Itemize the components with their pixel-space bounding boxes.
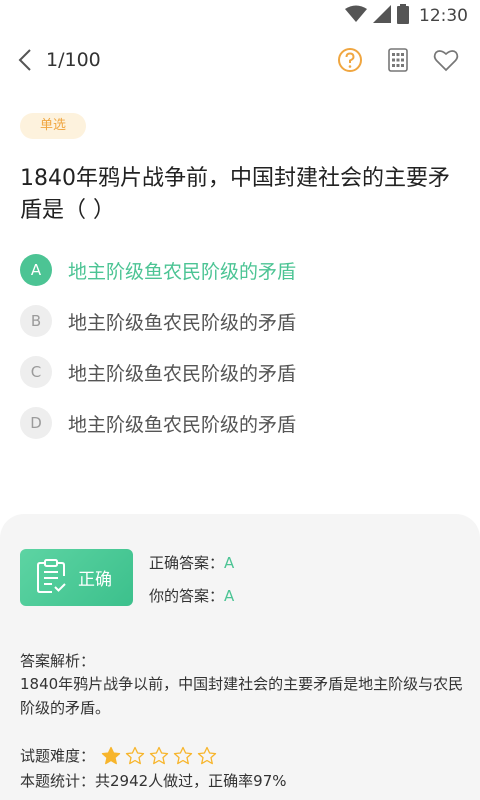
answer-card-icon[interactable] [384, 46, 412, 74]
correct-answer-label: 正确答案： [149, 554, 225, 572]
status-icons: 12:30 [345, 4, 468, 28]
question-stats: 本题统计：共2942人做过，正确率97% [20, 772, 287, 790]
star-empty-icon [197, 746, 217, 766]
difficulty-stars [101, 746, 217, 766]
correct-answer-value: A [224, 554, 235, 572]
answer-summary: 正确答案：A 你的答案：A [149, 552, 234, 618]
option-letter: C [20, 356, 52, 388]
option-letter: B [20, 305, 52, 337]
option-letter: A [20, 254, 52, 286]
option-text: 地主阶级鱼农民阶级的矛盾 [68, 362, 297, 385]
your-answer-label: 你的答案： [149, 587, 225, 605]
top-actions [336, 46, 460, 74]
star-empty-icon [125, 746, 145, 766]
help-icon[interactable] [336, 46, 364, 74]
option-b[interactable]: B 地主阶级鱼农民阶级的矛盾 [20, 303, 460, 339]
option-text: 地主阶级鱼农民阶级的矛盾 [68, 260, 297, 283]
option-text: 地主阶级鱼农民阶级的矛盾 [68, 413, 297, 436]
status-time: 12:30 [419, 6, 468, 26]
analysis-title: 答案解析： [20, 652, 96, 670]
result-panel: 正确 正确答案：A 你的答案：A 答案解析： 1840年鸦片战争以前，中国封建社… [0, 514, 480, 800]
option-a[interactable]: A 地主阶级鱼农民阶级的矛盾 [20, 252, 460, 288]
difficulty-row: 试题难度： [20, 745, 217, 766]
question-text: 1840年鸦片战争前，中国封建社会的主要矛盾是（ ） [20, 166, 450, 223]
top-bar: 1/100 [0, 40, 480, 80]
status-bar: 12:30 [0, 0, 480, 32]
back-icon[interactable] [14, 48, 38, 72]
options-list: A 地主阶级鱼农民阶级的矛盾 B 地主阶级鱼农民阶级的矛盾 C 地主阶级鱼农民阶… [20, 252, 460, 456]
star-filled-icon [101, 746, 121, 766]
wifi-icon [345, 5, 367, 27]
question-progress: 1/100 [46, 49, 101, 71]
your-answer-value: A [224, 587, 235, 605]
signal-icon [373, 5, 391, 27]
correct-answer-row: 正确答案：A [149, 552, 234, 585]
correct-badge-label: 正确 [78, 570, 112, 590]
option-c[interactable]: C 地主阶级鱼农民阶级的矛盾 [20, 354, 460, 390]
favorite-heart-icon[interactable] [432, 46, 460, 74]
difficulty-label: 试题难度： [20, 747, 96, 765]
correct-badge: 正确 [20, 549, 133, 606]
question-type-tag: 单选 [20, 113, 86, 139]
option-d[interactable]: D 地主阶级鱼农民阶级的矛盾 [20, 405, 460, 441]
star-empty-icon [149, 746, 169, 766]
your-answer-row: 你的答案：A [149, 585, 234, 618]
option-text: 地主阶级鱼农民阶级的矛盾 [68, 311, 297, 334]
analysis-text: 1840年鸦片战争以前，中国封建社会的主要矛盾是地主阶级与农民阶级的矛盾。 [20, 675, 464, 717]
clipboard-check-icon [34, 558, 68, 598]
option-letter: D [20, 407, 52, 439]
battery-icon [397, 4, 409, 28]
star-empty-icon [173, 746, 193, 766]
